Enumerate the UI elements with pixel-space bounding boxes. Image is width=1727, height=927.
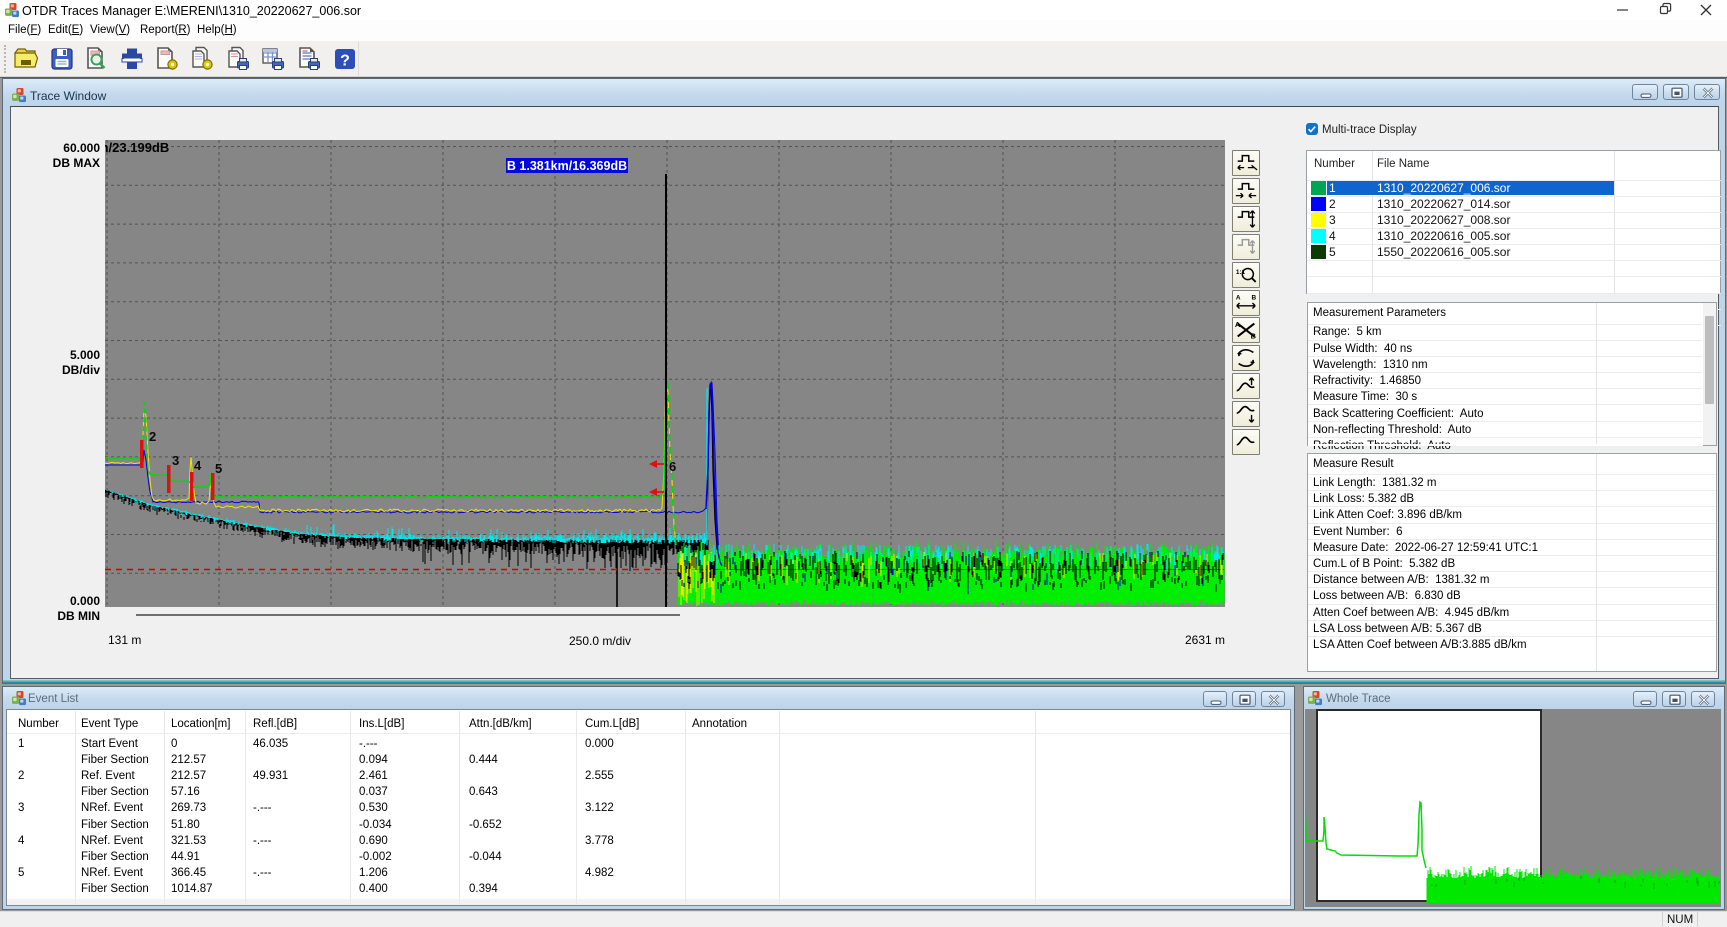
svg-text:?: ? [340, 53, 350, 70]
svg-text:B 1.381km/16.369dB: B 1.381km/16.369dB [507, 159, 627, 173]
svg-text:B: B [1252, 294, 1257, 301]
svg-text:m/23.199dB: m/23.199dB [105, 140, 169, 155]
svg-text:4: 4 [194, 458, 202, 473]
svg-text:2: 2 [149, 429, 156, 444]
svg-text:A: A [1236, 294, 1241, 301]
svg-text:5: 5 [215, 461, 222, 476]
svg-text:3: 3 [172, 453, 179, 468]
svg-text:6: 6 [669, 459, 676, 474]
